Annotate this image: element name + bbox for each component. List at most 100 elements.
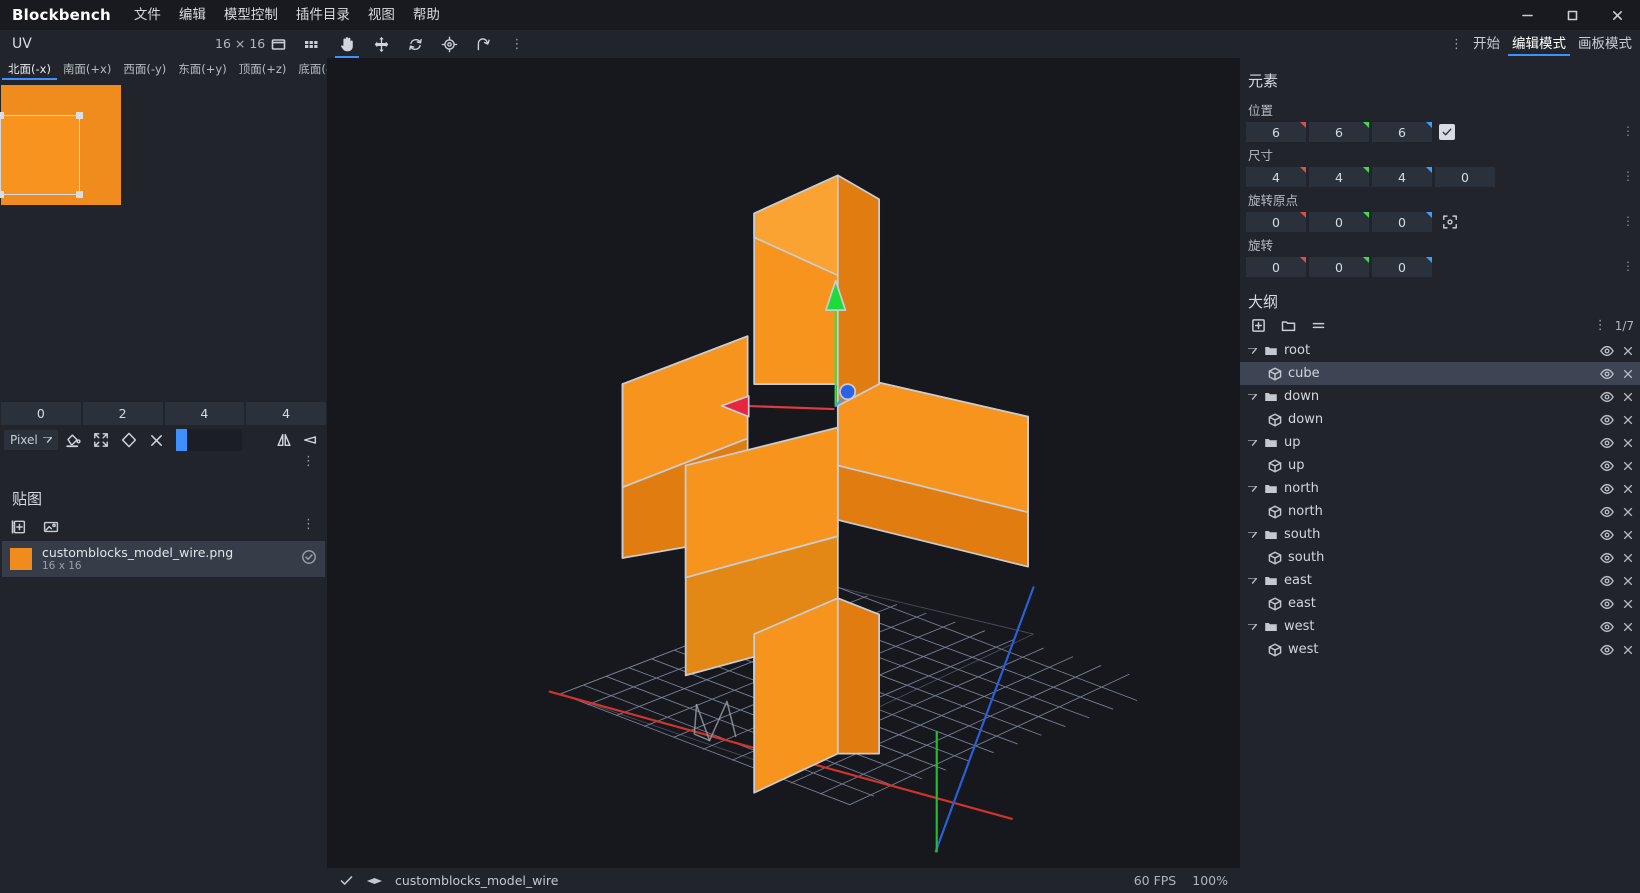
add-texture-icon[interactable] bbox=[8, 517, 30, 537]
auto-uv-icon[interactable]: A bbox=[116, 428, 142, 452]
size-row-overflow[interactable]: ⋮ bbox=[1618, 169, 1638, 183]
uv-mode-select[interactable]: Pixel bbox=[4, 430, 58, 450]
eye-icon[interactable] bbox=[1600, 506, 1614, 518]
close-icon[interactable] bbox=[1622, 345, 1634, 357]
outliner-row-west-group[interactable]: west bbox=[1240, 615, 1640, 638]
outliner-row-south-group[interactable]: south bbox=[1240, 523, 1640, 546]
close-icon[interactable] bbox=[1622, 621, 1634, 633]
mirror-x-icon[interactable] bbox=[271, 428, 297, 452]
uv-coord-y1[interactable]: 2 bbox=[82, 402, 163, 425]
uv-face-south[interactable]: 南面(+x) bbox=[57, 61, 117, 80]
chevron-down-icon[interactable] bbox=[1246, 485, 1258, 492]
outliner-row-up-cube[interactable]: up bbox=[1240, 454, 1640, 477]
uv-handle-br[interactable] bbox=[76, 191, 83, 198]
hand-tool[interactable] bbox=[330, 30, 364, 58]
eye-icon[interactable] bbox=[1600, 529, 1614, 541]
mirror-y-icon[interactable] bbox=[297, 428, 323, 452]
fill-icon[interactable] bbox=[60, 428, 86, 452]
uv-handle-tl[interactable] bbox=[0, 112, 4, 119]
pivot-z-input[interactable]: 0 bbox=[1372, 212, 1432, 232]
size-z-input[interactable]: 4 bbox=[1372, 167, 1432, 187]
position-x-input[interactable]: 6 bbox=[1246, 122, 1306, 142]
uv-selection-box[interactable] bbox=[0, 112, 83, 198]
eye-icon[interactable] bbox=[1600, 483, 1614, 495]
minimize-icon[interactable] bbox=[1505, 0, 1550, 30]
chevron-down-icon[interactable] bbox=[1246, 623, 1258, 630]
pivot-x-input[interactable]: 0 bbox=[1246, 212, 1306, 232]
outliner-row-cube-cube[interactable]: cube bbox=[1240, 362, 1640, 385]
close-icon[interactable] bbox=[1622, 644, 1634, 656]
viewport-tools-overflow[interactable]: ⋮ bbox=[500, 30, 534, 58]
rotation-y-input[interactable]: 0 bbox=[1309, 257, 1369, 277]
close-icon[interactable] bbox=[1622, 598, 1634, 610]
maximize-icon[interactable] bbox=[1550, 0, 1595, 30]
texture-list-item[interactable]: customblocks_model_wire.png 16 x 16 bbox=[2, 541, 325, 577]
menu-help[interactable]: 帮助 bbox=[404, 0, 449, 30]
chevron-down-icon[interactable] bbox=[1246, 577, 1258, 584]
move-tool[interactable] bbox=[364, 30, 398, 58]
uv-single-view-icon[interactable] bbox=[268, 35, 288, 53]
uv-handle-tr[interactable] bbox=[76, 112, 83, 119]
close-icon[interactable] bbox=[1622, 391, 1634, 403]
eye-icon[interactable] bbox=[1600, 575, 1614, 587]
maximize-uv-icon[interactable] bbox=[88, 428, 114, 452]
uv-coord-y2[interactable]: 4 bbox=[246, 402, 326, 425]
outliner-overflow[interactable]: ⋮ bbox=[1590, 318, 1611, 333]
eye-icon[interactable] bbox=[1600, 414, 1614, 426]
eye-icon[interactable] bbox=[1600, 621, 1614, 633]
outliner-row-east-cube[interactable]: east bbox=[1240, 592, 1640, 615]
outliner-row-down-cube[interactable]: down bbox=[1240, 408, 1640, 431]
uv-color-value-box[interactable] bbox=[186, 429, 242, 451]
uv-canvas[interactable] bbox=[0, 80, 327, 400]
eye-icon[interactable] bbox=[1600, 368, 1614, 380]
menu-model-control[interactable]: 模型控制 bbox=[215, 0, 287, 30]
toggle-list-icon[interactable] bbox=[1308, 316, 1328, 335]
uv-face-top[interactable]: 顶面(+z) bbox=[233, 61, 293, 80]
mode-tab-start[interactable]: 开始 bbox=[1467, 30, 1506, 58]
eye-icon[interactable] bbox=[1600, 598, 1614, 610]
position-y-input[interactable]: 6 bbox=[1309, 122, 1369, 142]
rotation-x-input[interactable]: 0 bbox=[1246, 257, 1306, 277]
outliner-row-west-cube[interactable]: west bbox=[1240, 638, 1640, 661]
close-icon[interactable] bbox=[1622, 460, 1634, 472]
viewport-3d[interactable]: customblocks_model_wire 60 FPS 100% bbox=[327, 58, 1240, 893]
uv-grid-view-icon[interactable] bbox=[301, 35, 321, 53]
chevron-down-icon[interactable] bbox=[1246, 531, 1258, 538]
uv-face-north[interactable]: 北面(-x) bbox=[2, 61, 57, 80]
position-visibility-checkbox[interactable] bbox=[1439, 124, 1455, 140]
chevron-down-icon[interactable] bbox=[1246, 439, 1258, 446]
uv-handle-bl[interactable] bbox=[0, 191, 4, 198]
menu-view[interactable]: 视图 bbox=[359, 0, 404, 30]
uv-coord-x2[interactable]: 4 bbox=[164, 402, 245, 425]
check-icon[interactable] bbox=[339, 873, 354, 888]
uv-face-west[interactable]: 西面(-y) bbox=[117, 61, 172, 80]
rotation-z-input[interactable]: 0 bbox=[1372, 257, 1432, 277]
close-icon[interactable] bbox=[1622, 552, 1634, 564]
eye-icon[interactable] bbox=[1600, 552, 1614, 564]
rotation-row-overflow[interactable]: ⋮ bbox=[1618, 259, 1638, 273]
outliner-row-south-cube[interactable]: south bbox=[1240, 546, 1640, 569]
eye-icon[interactable] bbox=[1600, 437, 1614, 449]
chevron-down-icon[interactable] bbox=[1246, 347, 1258, 354]
mode-tab-paint[interactable]: 画板模式 bbox=[1572, 30, 1638, 58]
outliner-row-root-group[interactable]: root bbox=[1240, 339, 1640, 362]
mode-tab-edit[interactable]: 编辑模式 bbox=[1506, 30, 1572, 58]
pivot-row-overflow[interactable]: ⋮ bbox=[1618, 214, 1638, 228]
outliner-row-up-group[interactable]: up bbox=[1240, 431, 1640, 454]
eye-icon[interactable] bbox=[1600, 345, 1614, 357]
outliner-row-down-group[interactable]: down bbox=[1240, 385, 1640, 408]
uv-coord-x1[interactable]: 0 bbox=[1, 402, 81, 425]
close-icon[interactable] bbox=[1622, 575, 1634, 587]
texture-selected-check-icon[interactable] bbox=[301, 549, 317, 569]
rotate-tool[interactable] bbox=[398, 30, 432, 58]
import-texture-icon[interactable] bbox=[40, 517, 62, 537]
clear-uv-icon[interactable] bbox=[144, 428, 170, 452]
close-icon[interactable] bbox=[1622, 368, 1634, 380]
outliner-row-east-group[interactable]: east bbox=[1240, 569, 1640, 592]
uv-face-east[interactable]: 东面(+y) bbox=[172, 61, 232, 80]
menu-plugins[interactable]: 插件目录 bbox=[287, 0, 359, 30]
center-pivot-icon[interactable] bbox=[1439, 212, 1461, 232]
position-row-overflow[interactable]: ⋮ bbox=[1618, 124, 1638, 138]
close-icon[interactable] bbox=[1622, 483, 1634, 495]
uv-panel-overflow[interactable]: ⋮ bbox=[0, 454, 327, 474]
